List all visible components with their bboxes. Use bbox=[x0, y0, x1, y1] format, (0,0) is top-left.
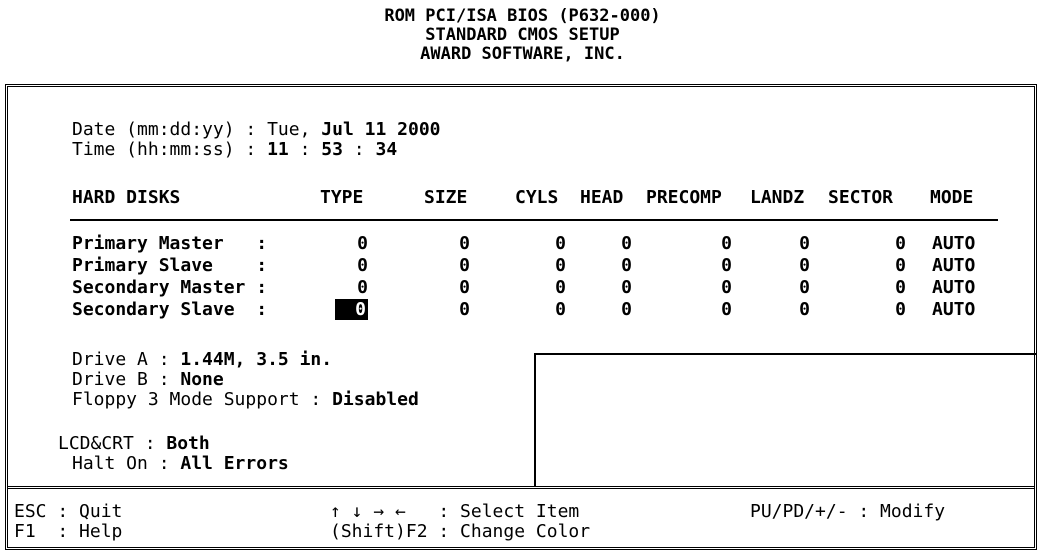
floppy3-label: Floppy 3 Mode Support : bbox=[72, 389, 333, 410]
hdd-precomp: 0 bbox=[721, 255, 732, 276]
hdd-landz: 0 bbox=[799, 299, 810, 320]
hdd-sector: 0 bbox=[895, 255, 906, 276]
date-label: Date (mm:dd:yy) : bbox=[72, 119, 268, 140]
lcd-crt-value[interactable]: Both bbox=[166, 433, 209, 454]
time-sep: : bbox=[288, 139, 322, 160]
hdd-cyls: 0 bbox=[555, 299, 566, 320]
f1-help-hint: F1 : Help bbox=[14, 521, 123, 542]
halt-on-value[interactable]: All Errors bbox=[180, 453, 288, 474]
hdd-cyls: 0 bbox=[555, 255, 566, 276]
hdd-mode[interactable]: AUTO bbox=[932, 234, 975, 254]
hdd-sector: 0 bbox=[895, 233, 906, 254]
hdd-head: 0 bbox=[621, 233, 632, 254]
hdd-cyls: 0 bbox=[555, 233, 566, 254]
hdd-type[interactable]: 0 bbox=[320, 278, 368, 298]
footer-divider bbox=[8, 486, 1034, 489]
hdd-head: 0 bbox=[621, 299, 632, 320]
drive-b-row[interactable]: Drive B : None bbox=[72, 370, 224, 390]
hdd-precomp: 0 bbox=[721, 233, 732, 254]
hdd-type[interactable]: 0 bbox=[320, 234, 368, 254]
hdd-cyls: 0 bbox=[555, 277, 566, 298]
hdd-type[interactable]: 0 bbox=[320, 256, 368, 276]
col-cyls: CYLS bbox=[515, 187, 559, 208]
drive-a-value[interactable]: 1.44M, 3.5 in. bbox=[180, 349, 332, 370]
date-row[interactable]: Date (mm:dd:yy) : Tue, Jul 11 2000 bbox=[72, 120, 441, 140]
hdd-name: Secondary Master : bbox=[72, 277, 268, 298]
hdd-size: 0 bbox=[459, 255, 470, 276]
floppy3-row[interactable]: Floppy 3 Mode Support : Disabled bbox=[72, 390, 419, 410]
hdd-sector: 0 bbox=[895, 299, 906, 320]
esc-quit-hint: ESC : Quit bbox=[14, 501, 123, 522]
lcd-crt-label: LCD&CRT : bbox=[58, 433, 167, 454]
vendor-title: AWARD SOFTWARE, INC. bbox=[420, 44, 625, 64]
info-box-left bbox=[534, 353, 536, 487]
hdd-size: 0 bbox=[459, 299, 470, 320]
hdd-size: 0 bbox=[459, 277, 470, 298]
select-item-hint: ↑ ↓ → ← : Select Item bbox=[330, 501, 580, 522]
col-size: SIZE bbox=[424, 187, 468, 208]
drive-a-label: Drive A : bbox=[72, 349, 181, 370]
lcd-crt-row[interactable]: LCD&CRT : Both bbox=[58, 434, 210, 454]
time-label: Time (hh:mm:ss) : bbox=[72, 139, 268, 160]
setup-title: STANDARD CMOS SETUP bbox=[425, 25, 620, 45]
col-type: TYPE bbox=[320, 187, 364, 208]
hdd-landz: 0 bbox=[799, 233, 810, 254]
col-landz: LANDZ bbox=[750, 187, 805, 208]
halt-on-label: Halt On : bbox=[72, 453, 181, 474]
hdd-name: Secondary Slave : bbox=[72, 299, 268, 320]
hdd-size: 0 bbox=[459, 233, 470, 254]
hdd-type-selected[interactable]: 0 bbox=[318, 299, 368, 320]
floppy3-value[interactable]: Disabled bbox=[332, 389, 419, 410]
hdd-name: Primary Master : bbox=[72, 233, 268, 254]
header-divider bbox=[70, 219, 998, 221]
date-day: Tue, bbox=[267, 119, 311, 140]
time-sep: : bbox=[342, 139, 376, 160]
col-sector: SECTOR bbox=[828, 187, 894, 208]
hdd-mode[interactable]: AUTO bbox=[932, 256, 975, 276]
drive-a-row[interactable]: Drive A : 1.44M, 3.5 in. bbox=[72, 350, 332, 370]
hdd-name: Primary Slave : bbox=[72, 255, 268, 276]
col-hard-disks: HARD DISKS bbox=[72, 187, 181, 208]
drive-b-label: Drive B : bbox=[72, 369, 181, 390]
hdd-mode[interactable]: AUTO bbox=[932, 300, 975, 320]
halt-on-row[interactable]: Halt On : All Errors bbox=[72, 454, 289, 474]
hdd-mode[interactable]: AUTO bbox=[932, 278, 975, 298]
date-value[interactable]: Jul 11 2000 bbox=[321, 119, 440, 140]
col-precomp: PRECOMP bbox=[646, 187, 722, 208]
hdd-landz: 0 bbox=[799, 255, 810, 276]
time-hours[interactable]: 11 bbox=[267, 139, 289, 160]
hdd-landz: 0 bbox=[799, 277, 810, 298]
hdd-precomp: 0 bbox=[721, 299, 732, 320]
time-minutes[interactable]: 53 bbox=[321, 139, 343, 160]
col-mode: MODE bbox=[930, 187, 974, 208]
hdd-head: 0 bbox=[621, 277, 632, 298]
col-head: HEAD bbox=[580, 187, 624, 208]
selection-cursor[interactable]: 0 bbox=[335, 299, 368, 320]
info-box-top bbox=[534, 353, 1037, 355]
modify-hint: PU/PD/+/- : Modify bbox=[750, 501, 946, 522]
time-row[interactable]: Time (hh:mm:ss) : 11 : 53 : 34 bbox=[72, 140, 397, 160]
hdd-head: 0 bbox=[621, 255, 632, 276]
hdd-sector: 0 bbox=[895, 277, 906, 298]
change-color-hint: (Shift)F2 : Change Color bbox=[330, 521, 591, 542]
bios-title: ROM PCI/ISA BIOS (P632-000) bbox=[384, 6, 661, 26]
time-seconds[interactable]: 34 bbox=[375, 139, 397, 160]
drive-b-value[interactable]: None bbox=[180, 369, 223, 390]
hdd-precomp: 0 bbox=[721, 277, 732, 298]
